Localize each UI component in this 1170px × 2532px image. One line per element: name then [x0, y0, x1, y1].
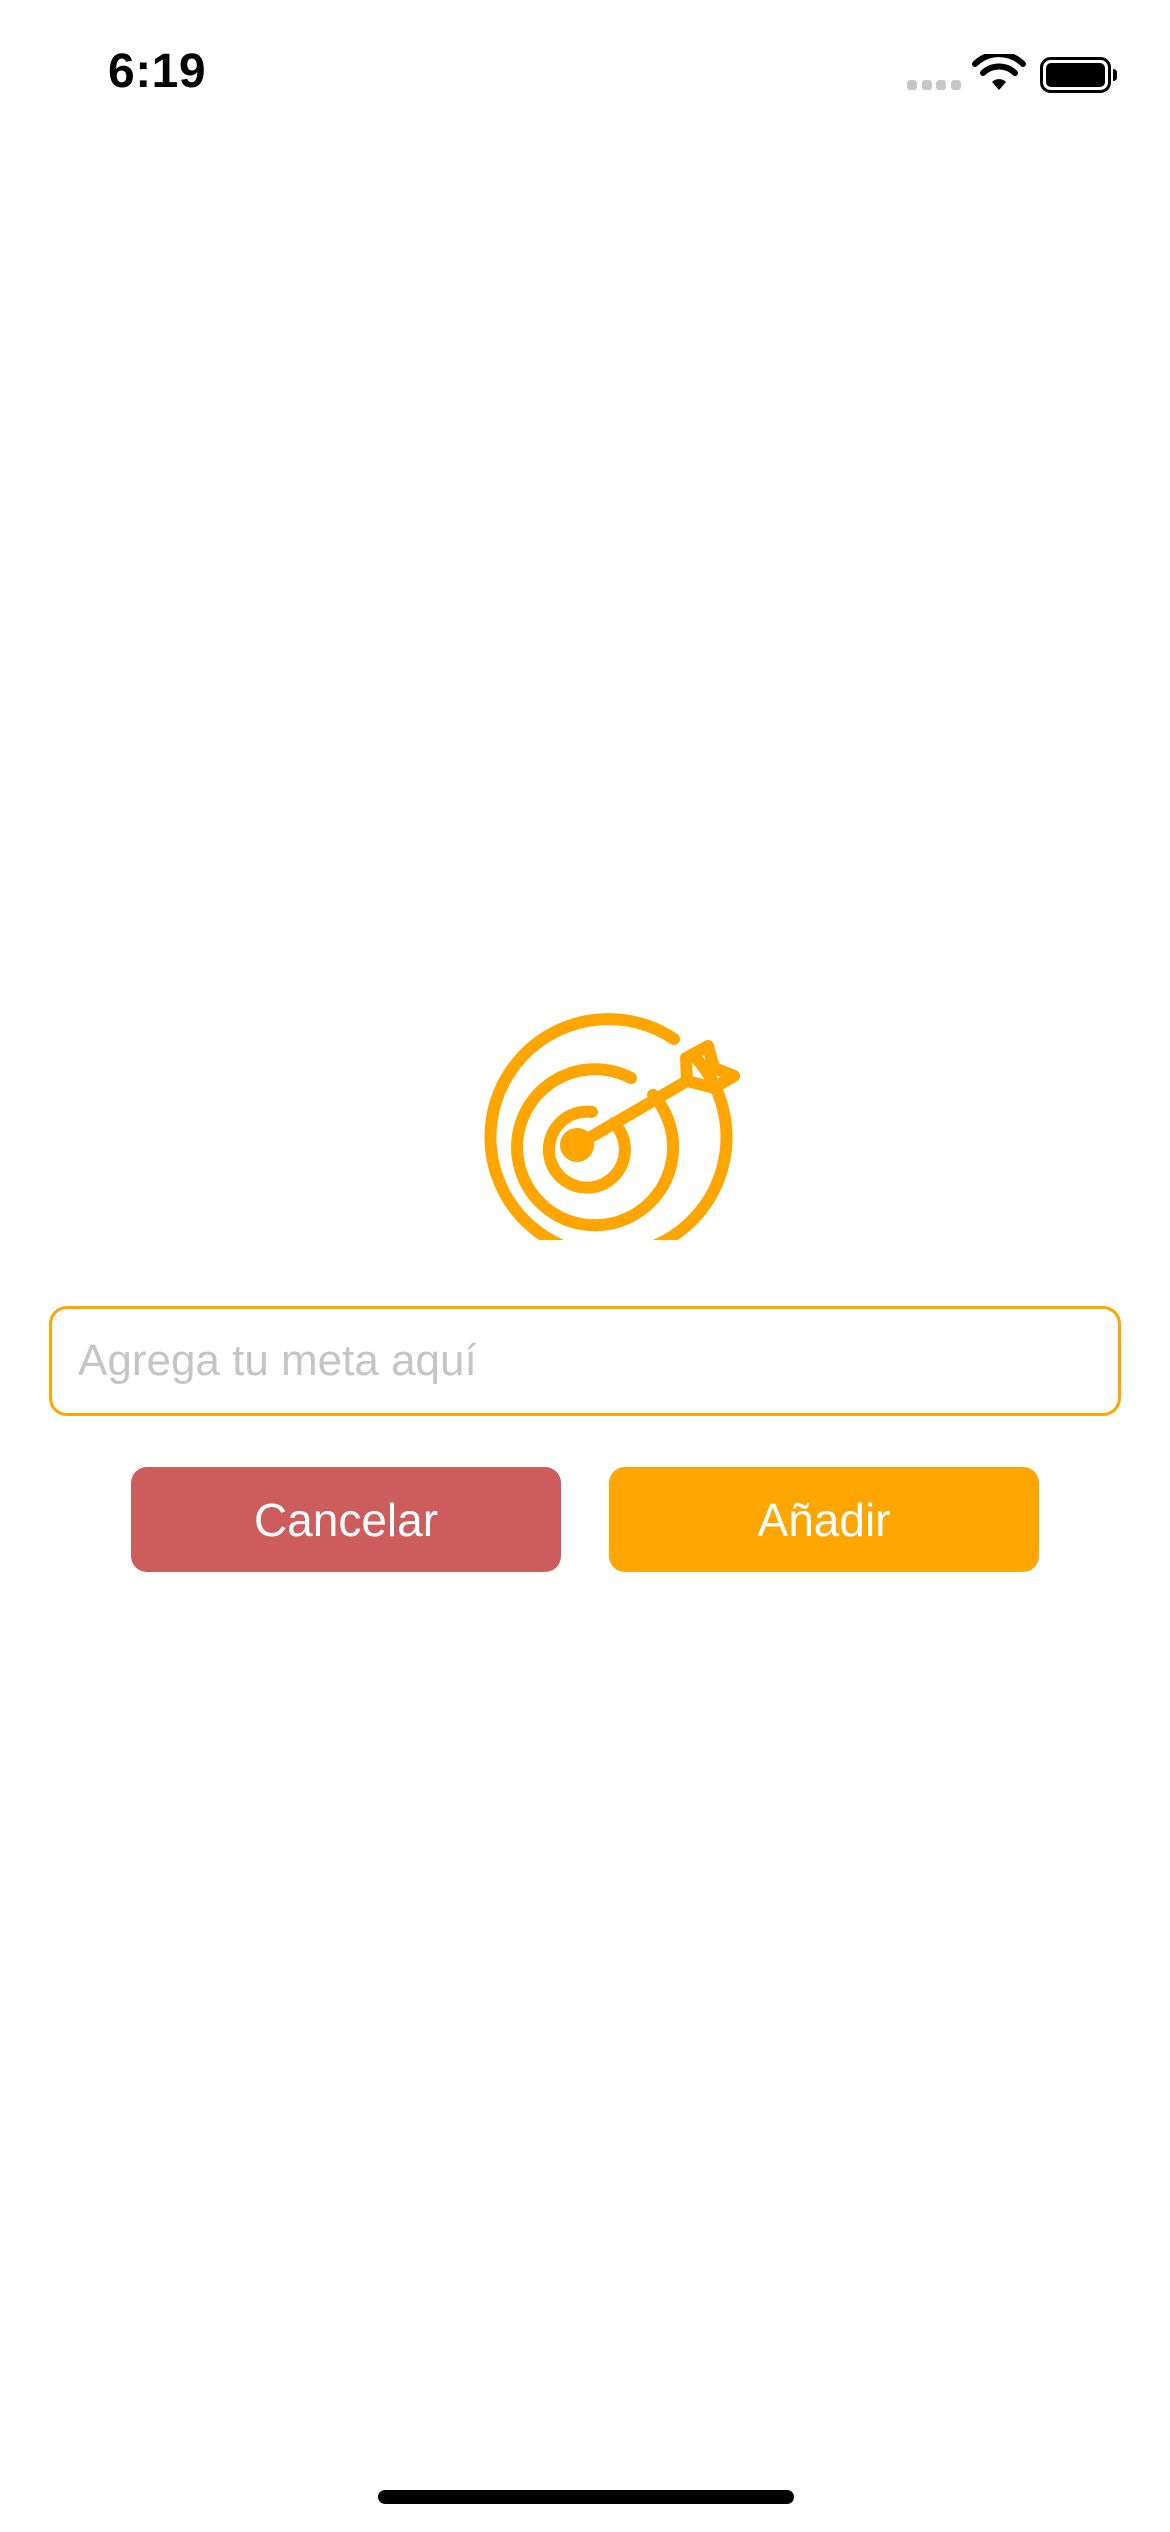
- cancel-button-label: Cancelar: [253, 1493, 439, 1546]
- add-button-label: Añadir: [757, 1493, 891, 1546]
- cancel-button[interactable]: Cancelar: [131, 1467, 561, 1572]
- status-bar: 6:19: [0, 0, 1170, 150]
- wifi-icon: [972, 54, 1026, 90]
- target-arrow-icon: [484, 1013, 740, 1240]
- add-button[interactable]: Añadir: [609, 1467, 1039, 1572]
- status-time: 6:19: [108, 45, 207, 98]
- battery-icon: [1040, 57, 1117, 93]
- cellular-signal-icon: [907, 80, 961, 92]
- home-indicator[interactable]: [378, 2490, 794, 2504]
- goal-input[interactable]: [49, 1306, 1121, 1416]
